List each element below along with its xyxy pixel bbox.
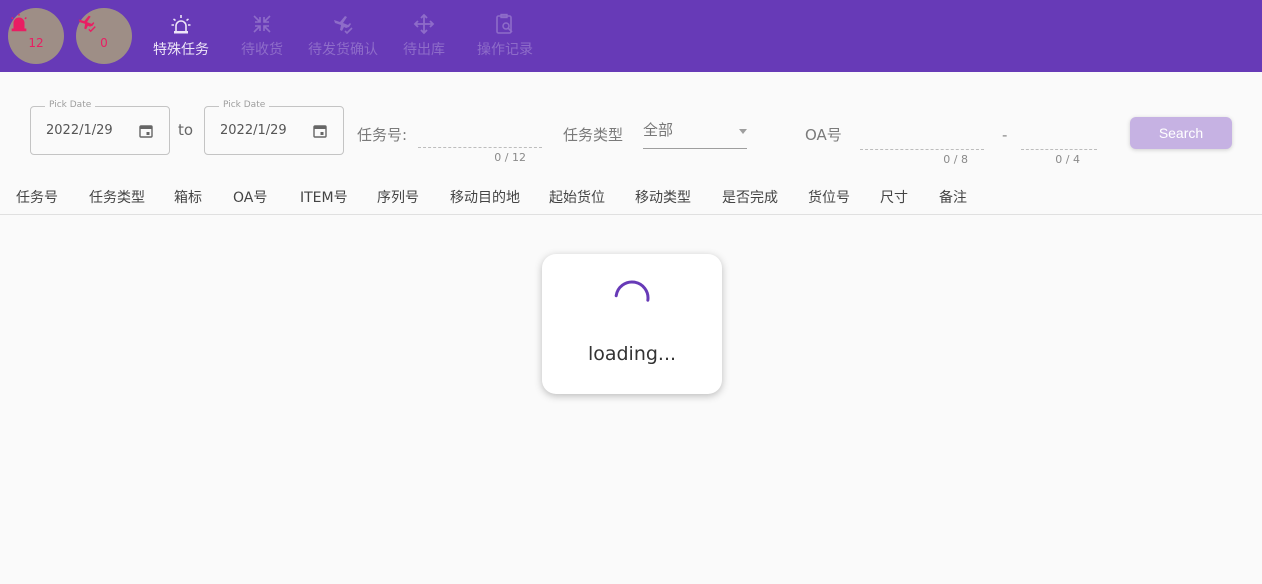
column-header[interactable]: 箱标 — [174, 187, 202, 207]
flight-check-icon — [78, 15, 96, 33]
alarm-siren-icon — [11, 13, 27, 32]
column-header[interactable]: OA号 — [233, 187, 267, 207]
column-header[interactable]: 货位号 — [808, 187, 850, 207]
loading-spinner-icon — [614, 280, 650, 302]
column-header[interactable]: 是否完成 — [722, 187, 778, 207]
date-from-legend: Pick Date — [45, 100, 96, 110]
column-header[interactable]: 移动类型 — [635, 187, 691, 207]
oa-suffix-counter: 0 / 4 — [1055, 153, 1080, 166]
flight-badge[interactable]: 0 — [76, 8, 132, 64]
move-arrows-icon — [413, 13, 435, 35]
column-header[interactable]: 起始货位 — [549, 187, 605, 207]
task-no-label: 任务号: — [357, 126, 408, 144]
alarm-badge[interactable]: 12 — [8, 8, 64, 64]
nav-pending-outbound[interactable]: 待出库 — [399, 12, 449, 60]
column-header[interactable]: 备注 — [939, 187, 967, 207]
nav-special-tasks[interactable]: 特殊任务 — [149, 12, 213, 60]
nav-pending-ship-confirm[interactable]: 待发货确认 — [303, 12, 383, 60]
nav-operation-log-label: 操作记录 — [477, 42, 533, 58]
date-from-picker[interactable]: Pick Date 2022/1/29 — [30, 100, 170, 155]
oa-suffix-input[interactable] — [1021, 124, 1097, 150]
date-to-legend: Pick Date — [219, 100, 270, 110]
oa-separator: - — [1002, 126, 1008, 144]
nav-pending-outbound-label: 待出库 — [403, 42, 445, 58]
column-header[interactable]: 移动目的地 — [450, 187, 520, 207]
calendar-icon[interactable] — [313, 124, 327, 138]
loading-dialog: loading... — [542, 254, 722, 394]
task-type-selected: 全部 — [643, 121, 674, 139]
nav-operation-log[interactable]: 操作记录 — [473, 12, 537, 60]
nav-pending-receipt-label: 待收货 — [241, 42, 283, 58]
nav-pending-ship-confirm-label: 待发货确认 — [308, 42, 378, 58]
loading-text: loading... — [587, 343, 677, 365]
column-header[interactable]: 序列号 — [377, 187, 419, 207]
alarm-count: 12 — [28, 36, 44, 50]
date-from-value: 2022/1/29 — [46, 123, 113, 138]
date-to-value: 2022/1/29 — [220, 123, 287, 138]
clipboard-search-icon — [496, 13, 513, 34]
oa-no-label: OA号 — [805, 126, 842, 144]
date-range-to-label: to — [178, 121, 194, 139]
nav-special-tasks-label: 特殊任务 — [153, 42, 209, 58]
task-type-select[interactable]: 全部 — [643, 116, 747, 149]
column-header[interactable]: 任务号 — [16, 187, 58, 207]
search-button[interactable]: Search — [1130, 117, 1232, 149]
task-no-input[interactable] — [418, 122, 542, 148]
column-header[interactable]: ITEM号 — [300, 187, 348, 207]
column-header[interactable]: 任务类型 — [89, 187, 145, 207]
calendar-icon[interactable] — [139, 124, 153, 138]
oa-no-input[interactable] — [860, 124, 984, 150]
top-app-bar: 12 0 特殊任务 待收货 待发货确认 待出库 操作记录 — [0, 0, 1262, 72]
chevron-down-icon — [739, 129, 747, 134]
flight-count: 0 — [100, 36, 108, 50]
airplane-check-icon — [334, 16, 353, 35]
oa-no-counter: 0 / 8 — [943, 153, 968, 166]
task-type-label: 任务类型 — [563, 126, 624, 144]
alert-light-icon — [171, 15, 191, 34]
nav-pending-receipt[interactable]: 待收货 — [237, 12, 287, 60]
task-no-counter: 0 / 12 — [494, 151, 526, 164]
compress-arrows-icon — [253, 15, 271, 33]
table-header: 任务号 任务类型 箱标 OA号 ITEM号 序列号 移动目的地 起始货位 移动类… — [0, 176, 1262, 215]
date-to-picker[interactable]: Pick Date 2022/1/29 — [204, 100, 344, 155]
column-header[interactable]: 尺寸 — [880, 187, 908, 207]
